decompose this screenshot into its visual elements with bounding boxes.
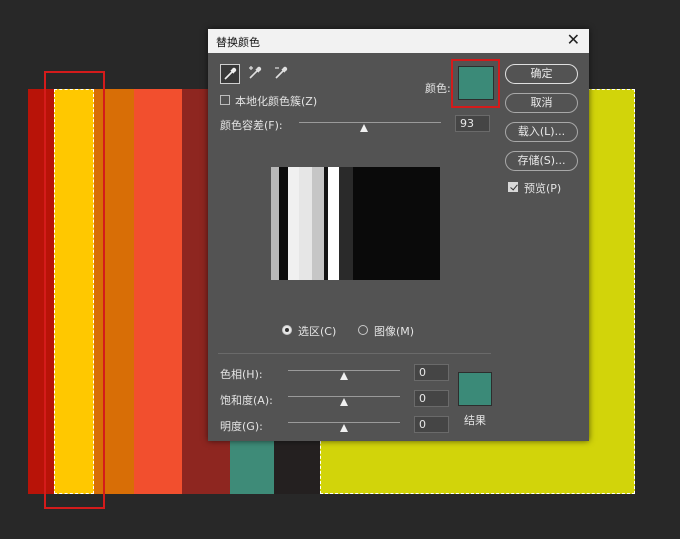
image-view-label: 图像(M) [374, 325, 415, 338]
image-view-radio[interactable] [358, 325, 368, 335]
preview-band [271, 167, 279, 280]
selection-view-label: 选区(C) [298, 325, 337, 338]
saturation-input[interactable]: 0 [414, 390, 449, 407]
cancel-button[interactable]: 取消 [505, 93, 578, 113]
lightness-slider[interactable] [288, 422, 400, 423]
eyedropper-icon[interactable] [220, 64, 240, 84]
color-label: 颜色: [425, 82, 451, 95]
ok-button[interactable]: 确定 [505, 64, 578, 84]
fuzziness-slider[interactable] [299, 122, 441, 123]
teal-strip [230, 441, 274, 494]
hue-slider-thumb[interactable] [340, 372, 348, 380]
preview-band [299, 167, 312, 280]
saturation-slider[interactable] [288, 396, 400, 397]
localized-color-label: 本地化颜色簇(Z) [235, 95, 318, 108]
dialog-titlebar[interactable]: 替换颜色 ✕ [208, 29, 589, 53]
result-color-swatch[interactable] [458, 372, 492, 406]
eyedropper-minus-icon[interactable] [272, 64, 292, 84]
load-button[interactable]: 载入(L)... [505, 122, 578, 142]
preview-band [339, 167, 353, 280]
highlight-yellow-strip [44, 71, 105, 509]
lightness-input[interactable]: 0 [414, 416, 449, 433]
preview-band [353, 167, 440, 280]
fuzziness-input[interactable]: 93 [455, 115, 490, 132]
lightness-slider-thumb[interactable] [340, 424, 348, 432]
localized-color-checkbox[interactable] [220, 95, 230, 105]
fuzziness-slider-thumb[interactable] [360, 124, 368, 132]
replace-color-dialog: 替换颜色 ✕ 颜色: 本地化颜色簇(Z) 颜色容差(F): 93 选区(C) 图… [208, 29, 589, 441]
preview-band [312, 167, 324, 280]
preview-band [328, 167, 339, 280]
selection-preview [271, 167, 440, 280]
divider [218, 353, 491, 354]
hue-label: 色相(H): [220, 368, 263, 381]
selection-view-radio[interactable] [282, 325, 292, 335]
dialog-title: 替换颜色 [216, 36, 260, 49]
preview-band [279, 167, 288, 280]
hue-slider[interactable] [288, 370, 400, 371]
charcoal-strip [274, 441, 320, 494]
result-label: 结果 [464, 414, 486, 427]
highlight-color-swatch [451, 59, 500, 108]
saturation-label: 饱和度(A): [220, 394, 273, 407]
fuzziness-label: 颜色容差(F): [220, 119, 283, 132]
hue-input[interactable]: 0 [414, 364, 449, 381]
preview-band [288, 167, 299, 280]
preview-label: 预览(P) [524, 182, 562, 195]
lightness-label: 明度(G): [220, 420, 263, 433]
close-icon[interactable]: ✕ [567, 32, 580, 48]
save-button[interactable]: 存储(S)... [505, 151, 578, 171]
eyedropper-plus-icon[interactable] [246, 64, 266, 84]
saturation-slider-thumb[interactable] [340, 398, 348, 406]
preview-checkbox[interactable] [508, 182, 518, 192]
vermilion-strip [134, 89, 182, 494]
